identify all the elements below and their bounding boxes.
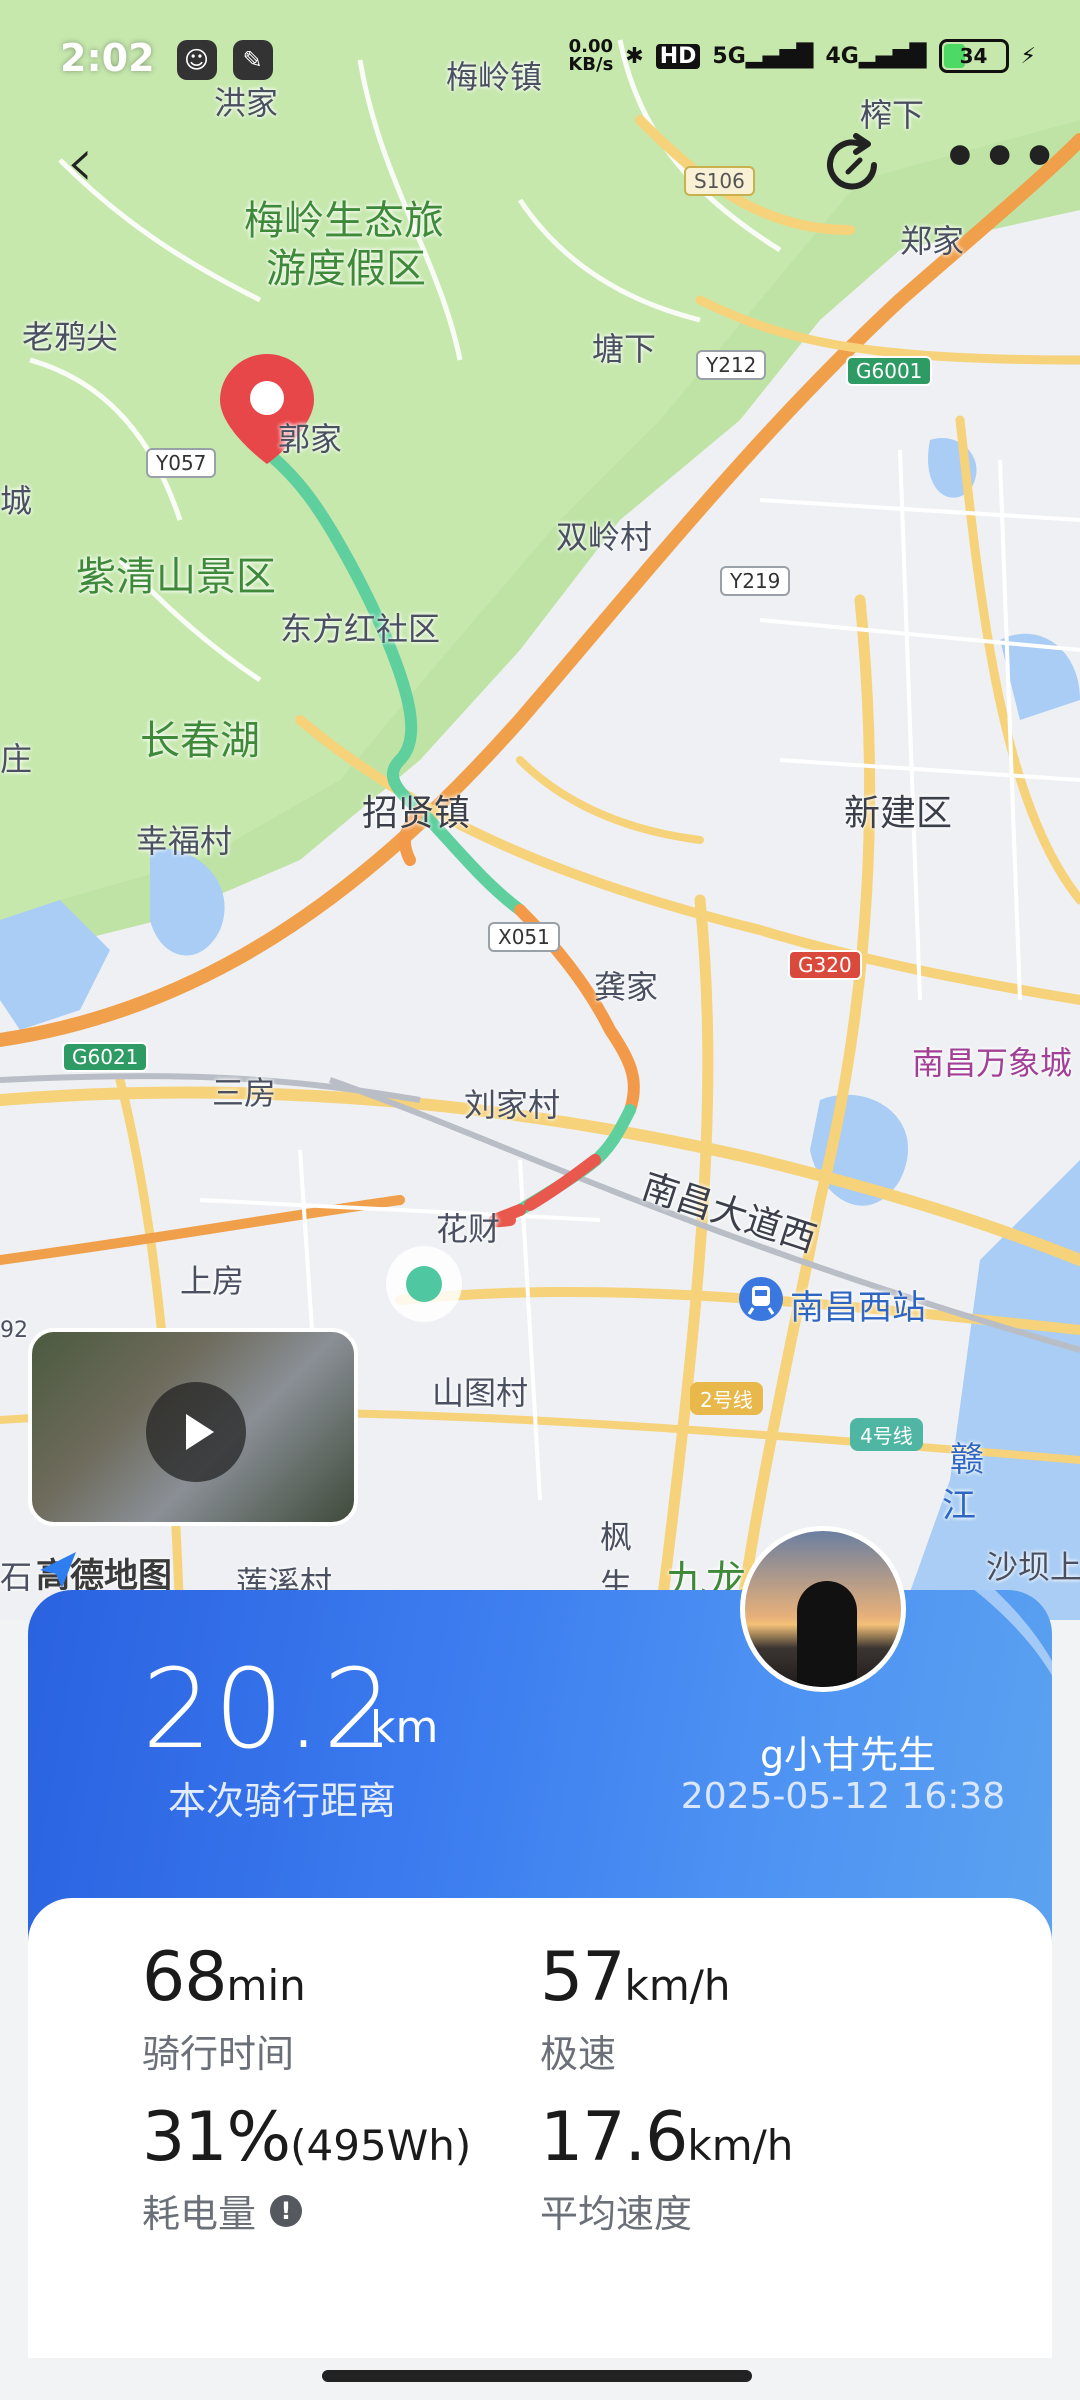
info-icon[interactable]: ! (270, 2194, 303, 2227)
battery-used-label: 耗电量 (142, 2192, 257, 2236)
map-label-zhuang: 庄 (0, 740, 33, 778)
status-time: 2:02 (60, 36, 155, 80)
road-tag-x051: X051 (488, 922, 560, 952)
amap-logo-icon (40, 1552, 76, 1588)
more-dots-icon[interactable]: ••• (942, 130, 1057, 188)
ride-video-thumbnail[interactable] (28, 1328, 358, 1526)
road-tag-y219: Y219 (720, 566, 791, 596)
end-point-icon[interactable] (384, 1244, 464, 1324)
avg-speed-label: 平均速度 (540, 2192, 693, 2236)
back-arrow-icon[interactable]: ‹ (66, 127, 126, 202)
bluetooth-icon: ✱ (625, 43, 644, 69)
metro-tag-line2: 2号线 (690, 1382, 763, 1415)
top-speed-label: 极速 (540, 2032, 617, 2076)
distance-value: 20.2 (142, 1645, 395, 1773)
ride-summary-card: 20.2 km 本次骑行距离 g小甘先生 2025-05-12 16:38 (28, 1590, 1052, 1950)
map-label-gongjia: 龚家 (594, 968, 659, 1006)
map-label-huacai: 花财 (436, 1210, 501, 1248)
map-label-liujia: 刘家村 (464, 1086, 561, 1124)
road-tag-g6001: G6001 (846, 356, 933, 386)
map-label-shaba: 沙坝上 (986, 1548, 1080, 1586)
map-label-shangfang: 上房 (180, 1262, 245, 1300)
battery-level: 34 (959, 44, 988, 68)
route-map[interactable]: 洪家 梅岭镇 榨下 郑家 梅岭生态旅 游度假区 老鸦尖 塘下 城 郭家 双岭村 … (0, 0, 1080, 1620)
stat-top-speed: 57km/h 极速 (540, 1938, 731, 2078)
map-label-dongfanghong: 东方红社区 (280, 610, 441, 648)
avatar[interactable] (740, 1526, 906, 1692)
stat-duration: 68min 骑行时间 (142, 1938, 306, 2078)
ride-datetime: 2025-05-12 16:38 (680, 1776, 1006, 1817)
hd-icon: HD (655, 43, 701, 69)
map-label-92: 92 (0, 1318, 28, 1343)
status-app-icon-1: ☺ (176, 40, 217, 80)
map-label-shuangling: 双岭村 (556, 518, 653, 556)
battery-used-extra: (495Wh) (290, 2121, 472, 2170)
net-speed-unit: KB/s (568, 54, 614, 75)
signal-4g-label: 4G (825, 43, 859, 69)
signal-5g-label: 5G (712, 43, 746, 69)
distance-unit: km (370, 1702, 439, 1753)
status-right-icons: 0.00 KB/s ✱ HD 5G▂▄▆█ 4G▂▄▆█ 34 ⚡ (568, 38, 1036, 74)
duration-label: 骑行时间 (142, 2032, 295, 2076)
map-label-ganjiang-2: 江 (942, 1486, 976, 1526)
road-tag-g320: G320 (788, 950, 862, 980)
net-speed: 0.00 KB/s (568, 38, 613, 74)
map-label-xingfu: 幸福村 (136, 822, 233, 860)
road-tag-s106: S106 (684, 166, 755, 196)
distance-label: 本次骑行距离 (168, 1779, 397, 1823)
map-label-ziqing: 紫清山景区 (76, 554, 276, 600)
refresh-share-icon[interactable] (820, 132, 886, 198)
battery-used-label-row: 耗电量 ! (142, 2183, 471, 2238)
top-speed-value: 57 (540, 1938, 626, 2017)
map-label-nanchang-mixc: 南昌万象城 (912, 1044, 1073, 1082)
map-label-nanchang-west: 南昌西站 (790, 1288, 926, 1328)
battery-icon: 34 (938, 39, 1009, 73)
stat-battery-used: 31%(495Wh) 耗电量 ! (142, 2098, 471, 2238)
road-tag-y212: Y212 (696, 350, 767, 380)
duration-unit: min (226, 1961, 306, 2010)
duration-value: 68 (142, 1938, 228, 2017)
charging-icon: ⚡ (1020, 43, 1036, 69)
map-label-zhaoxian: 招贤镇 (362, 793, 471, 834)
metro-tag-line4: 4号线 (850, 1418, 923, 1451)
road-tag-g6021: G6021 (62, 1042, 149, 1072)
map-label-meiling-resort-2: 游度假区 (266, 246, 426, 292)
home-indicator[interactable] (322, 2370, 752, 2382)
status-app-icon-2: ✎ (232, 40, 273, 80)
map-label-sanfang: 三房 (212, 1074, 277, 1112)
signal-4g-icon: 4G▂▄▆█ (825, 43, 927, 69)
map-label-tangxia: 塘下 (592, 330, 657, 368)
stat-avg-speed: 17.6km/h 平均速度 (540, 2098, 793, 2238)
railway-station-icon (739, 1277, 783, 1321)
battery-used-value: 31% (142, 2098, 291, 2177)
ride-stats-card: 68min 骑行时间 57km/h 极速 31%(495Wh) 耗电量 ! 17… (28, 1898, 1052, 2358)
map-label-changchunhu: 长春湖 (140, 718, 260, 764)
map-label-laoyatou: 老鸦尖 (22, 318, 119, 356)
top-speed-unit: km/h (624, 1961, 731, 2010)
road-tag-y057: Y057 (146, 448, 217, 478)
map-label-zhengjia: 郑家 (900, 222, 965, 260)
map-label-feng: 枫 (600, 1518, 633, 1556)
map-label-ganjiang-1: 赣 (950, 1440, 984, 1480)
map-label-zijia: 郭家 (278, 420, 343, 458)
avatar-silhouette (797, 1581, 857, 1687)
map-label-cheng: 城 (0, 482, 33, 520)
map-label-shantu: 山图村 (432, 1374, 529, 1412)
map-label-shixi: 石 (0, 1558, 33, 1596)
status-bar: 2:02 ☺ ✎ 0.00 KB/s ✱ HD 5G▂▄▆█ 4G▂▄▆█ 34… (0, 0, 1080, 130)
map-label-xinjian: 新建区 (844, 793, 953, 834)
avg-speed-value: 17.6 (540, 2098, 688, 2177)
play-icon[interactable] (146, 1382, 246, 1482)
ride-detail-screen: 洪家 梅岭镇 榨下 郑家 梅岭生态旅 游度假区 老鸦尖 塘下 城 郭家 双岭村 … (0, 0, 1080, 2400)
signal-5g-icon: 5G▂▄▆█ (712, 43, 814, 69)
avg-speed-unit: km/h (687, 2121, 794, 2170)
user-name: g小甘先生 (759, 1733, 937, 1777)
